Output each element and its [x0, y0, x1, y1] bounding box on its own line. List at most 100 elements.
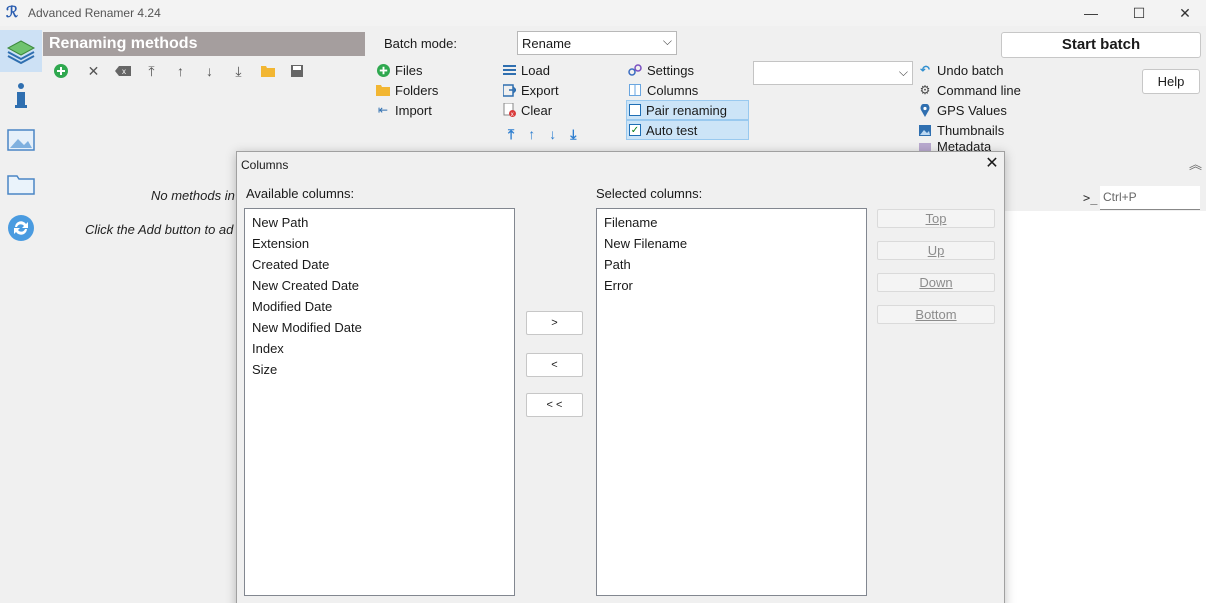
save-method-button[interactable]	[282, 61, 311, 81]
folder-icon	[376, 83, 390, 97]
collapse-icon[interactable]: ︽	[1189, 154, 1202, 173]
move-column-down-button[interactable]: Down	[877, 273, 995, 292]
selected-columns-list[interactable]: Filename New Filename Path Error	[596, 208, 867, 596]
pair-renaming-checkbox[interactable]	[629, 104, 641, 116]
file-down-icon[interactable]: ↓	[549, 126, 556, 142]
refresh-nav-button[interactable]	[0, 207, 42, 249]
metadata-button[interactable]: Metadata	[918, 140, 991, 151]
thumbnails-label: Thumbnails	[937, 122, 1005, 138]
svg-text:x: x	[510, 112, 513, 117]
list-item[interactable]: Size	[245, 359, 514, 380]
svg-text:x: x	[122, 67, 126, 76]
clear-methods-button[interactable]: x	[108, 61, 137, 81]
close-window-button[interactable]: ✕	[1162, 0, 1206, 26]
load-button[interactable]: Load	[502, 60, 550, 80]
remove-all-columns-button[interactable]: < <	[526, 393, 583, 417]
batch-mode-select[interactable]: Rename ⌵	[517, 31, 677, 55]
gear-icon: ⚙	[919, 83, 931, 97]
batch-mode-label: Batch mode:	[384, 36, 457, 51]
settings-label: Settings	[647, 62, 694, 78]
available-columns-list[interactable]: New Path Extension Created Date New Created…	[244, 208, 515, 596]
pair-renaming-toggle[interactable]: Pair renaming	[626, 100, 749, 120]
refresh-icon	[8, 215, 34, 241]
columns-button[interactable]: Columns	[628, 80, 698, 100]
list-item[interactable]: Created Date	[245, 254, 514, 275]
move-top-button[interactable]: ⤒	[137, 61, 166, 81]
add-method-button[interactable]	[46, 61, 75, 81]
file-up-icon[interactable]: ↑	[528, 126, 535, 142]
metadata-label: Metadata	[937, 140, 992, 151]
add-folders-button[interactable]: Folders	[376, 80, 438, 100]
command-line-button[interactable]: ⚙ Command line	[918, 80, 1021, 100]
move-column-up-button[interactable]: Up	[877, 241, 995, 260]
remove-method-button[interactable]: ✕	[79, 61, 108, 81]
undo-batch-button[interactable]: ↶ Undo batch	[918, 60, 1004, 80]
auto-test-checkbox[interactable]: ✓	[629, 124, 641, 136]
file-top-icon[interactable]: ⤒	[508, 126, 514, 143]
export-button[interactable]: Export	[502, 80, 559, 100]
move-bottom-button[interactable]: ⤓	[224, 61, 253, 81]
import-icon: ⇤	[377, 103, 389, 117]
terminal-icon: >_	[1083, 191, 1098, 205]
layers-icon	[6, 40, 36, 65]
help-button[interactable]: Help	[1142, 69, 1200, 94]
minimize-button[interactable]: —	[1068, 0, 1114, 26]
filter-select[interactable]: ⌵	[753, 61, 913, 85]
maximize-button[interactable]: ☐	[1116, 0, 1162, 26]
selected-columns-label: Selected columns:	[596, 186, 703, 201]
open-method-button[interactable]	[253, 61, 282, 81]
title-bar: ℛ Advanced Renamer 4.24 — ☐ ✕	[0, 0, 1206, 26]
add-column-button[interactable]: >	[526, 311, 583, 335]
available-columns-label: Available columns:	[246, 186, 355, 201]
folders-label: Folders	[395, 82, 439, 98]
info-nav-button[interactable]	[0, 75, 42, 117]
add-icon	[376, 63, 390, 77]
dialog-close-button[interactable]: ✕	[982, 154, 1002, 174]
list-item[interactable]: Index	[245, 338, 514, 359]
gps-values-button[interactable]: GPS Values	[918, 100, 1007, 120]
x-icon: ✕	[87, 62, 100, 79]
info-icon	[15, 83, 27, 108]
undo-batch-label: Undo batch	[937, 62, 1004, 78]
list-item[interactable]: Modified Date	[245, 296, 514, 317]
undo-icon: ↶	[919, 63, 931, 77]
list-item[interactable]: Error	[597, 275, 866, 296]
image-icon	[7, 129, 35, 151]
list-item[interactable]: New Modified Date	[245, 317, 514, 338]
folder-nav-button[interactable]	[0, 163, 42, 205]
settings-button[interactable]: Settings	[628, 60, 694, 80]
methods-nav-button[interactable]	[0, 30, 42, 72]
move-column-top-button[interactable]: Top	[877, 209, 995, 228]
list-item[interactable]: Extension	[245, 233, 514, 254]
image-nav-button[interactable]	[0, 119, 42, 161]
list-item[interactable]: Filename	[597, 212, 866, 233]
location-pin-icon	[918, 103, 932, 117]
import-button[interactable]: ⇤ Import	[376, 100, 432, 120]
batch-mode-value: Rename	[522, 36, 572, 51]
folder-icon	[7, 175, 35, 195]
add-files-button[interactable]: Files	[376, 60, 422, 80]
list-item[interactable]: New Filename	[597, 233, 866, 254]
clear-button[interactable]: x Clear	[502, 100, 552, 120]
move-up-button[interactable]: ↑	[166, 61, 195, 81]
files-list-area[interactable]	[1003, 211, 1206, 603]
columns-label: Columns	[647, 82, 699, 98]
move-column-bottom-button[interactable]: Bottom	[877, 305, 995, 324]
dialog-title: Columns	[241, 158, 289, 172]
thumbnails-button[interactable]: Thumbnails	[918, 120, 1004, 140]
auto-test-toggle[interactable]: ✓ Auto test	[626, 120, 749, 140]
move-down-button[interactable]: ↓	[195, 61, 224, 81]
start-batch-button[interactable]: Start batch	[1001, 32, 1201, 58]
file-bottom-icon[interactable]: ⤓	[570, 126, 576, 143]
export-label: Export	[521, 82, 559, 98]
remove-column-button[interactable]: <	[526, 353, 583, 377]
list-item[interactable]: Path	[597, 254, 866, 275]
auto-test-label: Auto test	[646, 122, 698, 138]
clear-icon: x	[502, 103, 516, 117]
command-input[interactable]: Ctrl+P	[1100, 186, 1200, 210]
open-folder-icon	[260, 66, 275, 77]
list-item[interactable]: New Path	[245, 212, 514, 233]
list-item[interactable]: New Created Date	[245, 275, 514, 296]
bottom-label: Bottom	[915, 307, 957, 322]
no-methods-text: No methods in	[151, 188, 235, 203]
